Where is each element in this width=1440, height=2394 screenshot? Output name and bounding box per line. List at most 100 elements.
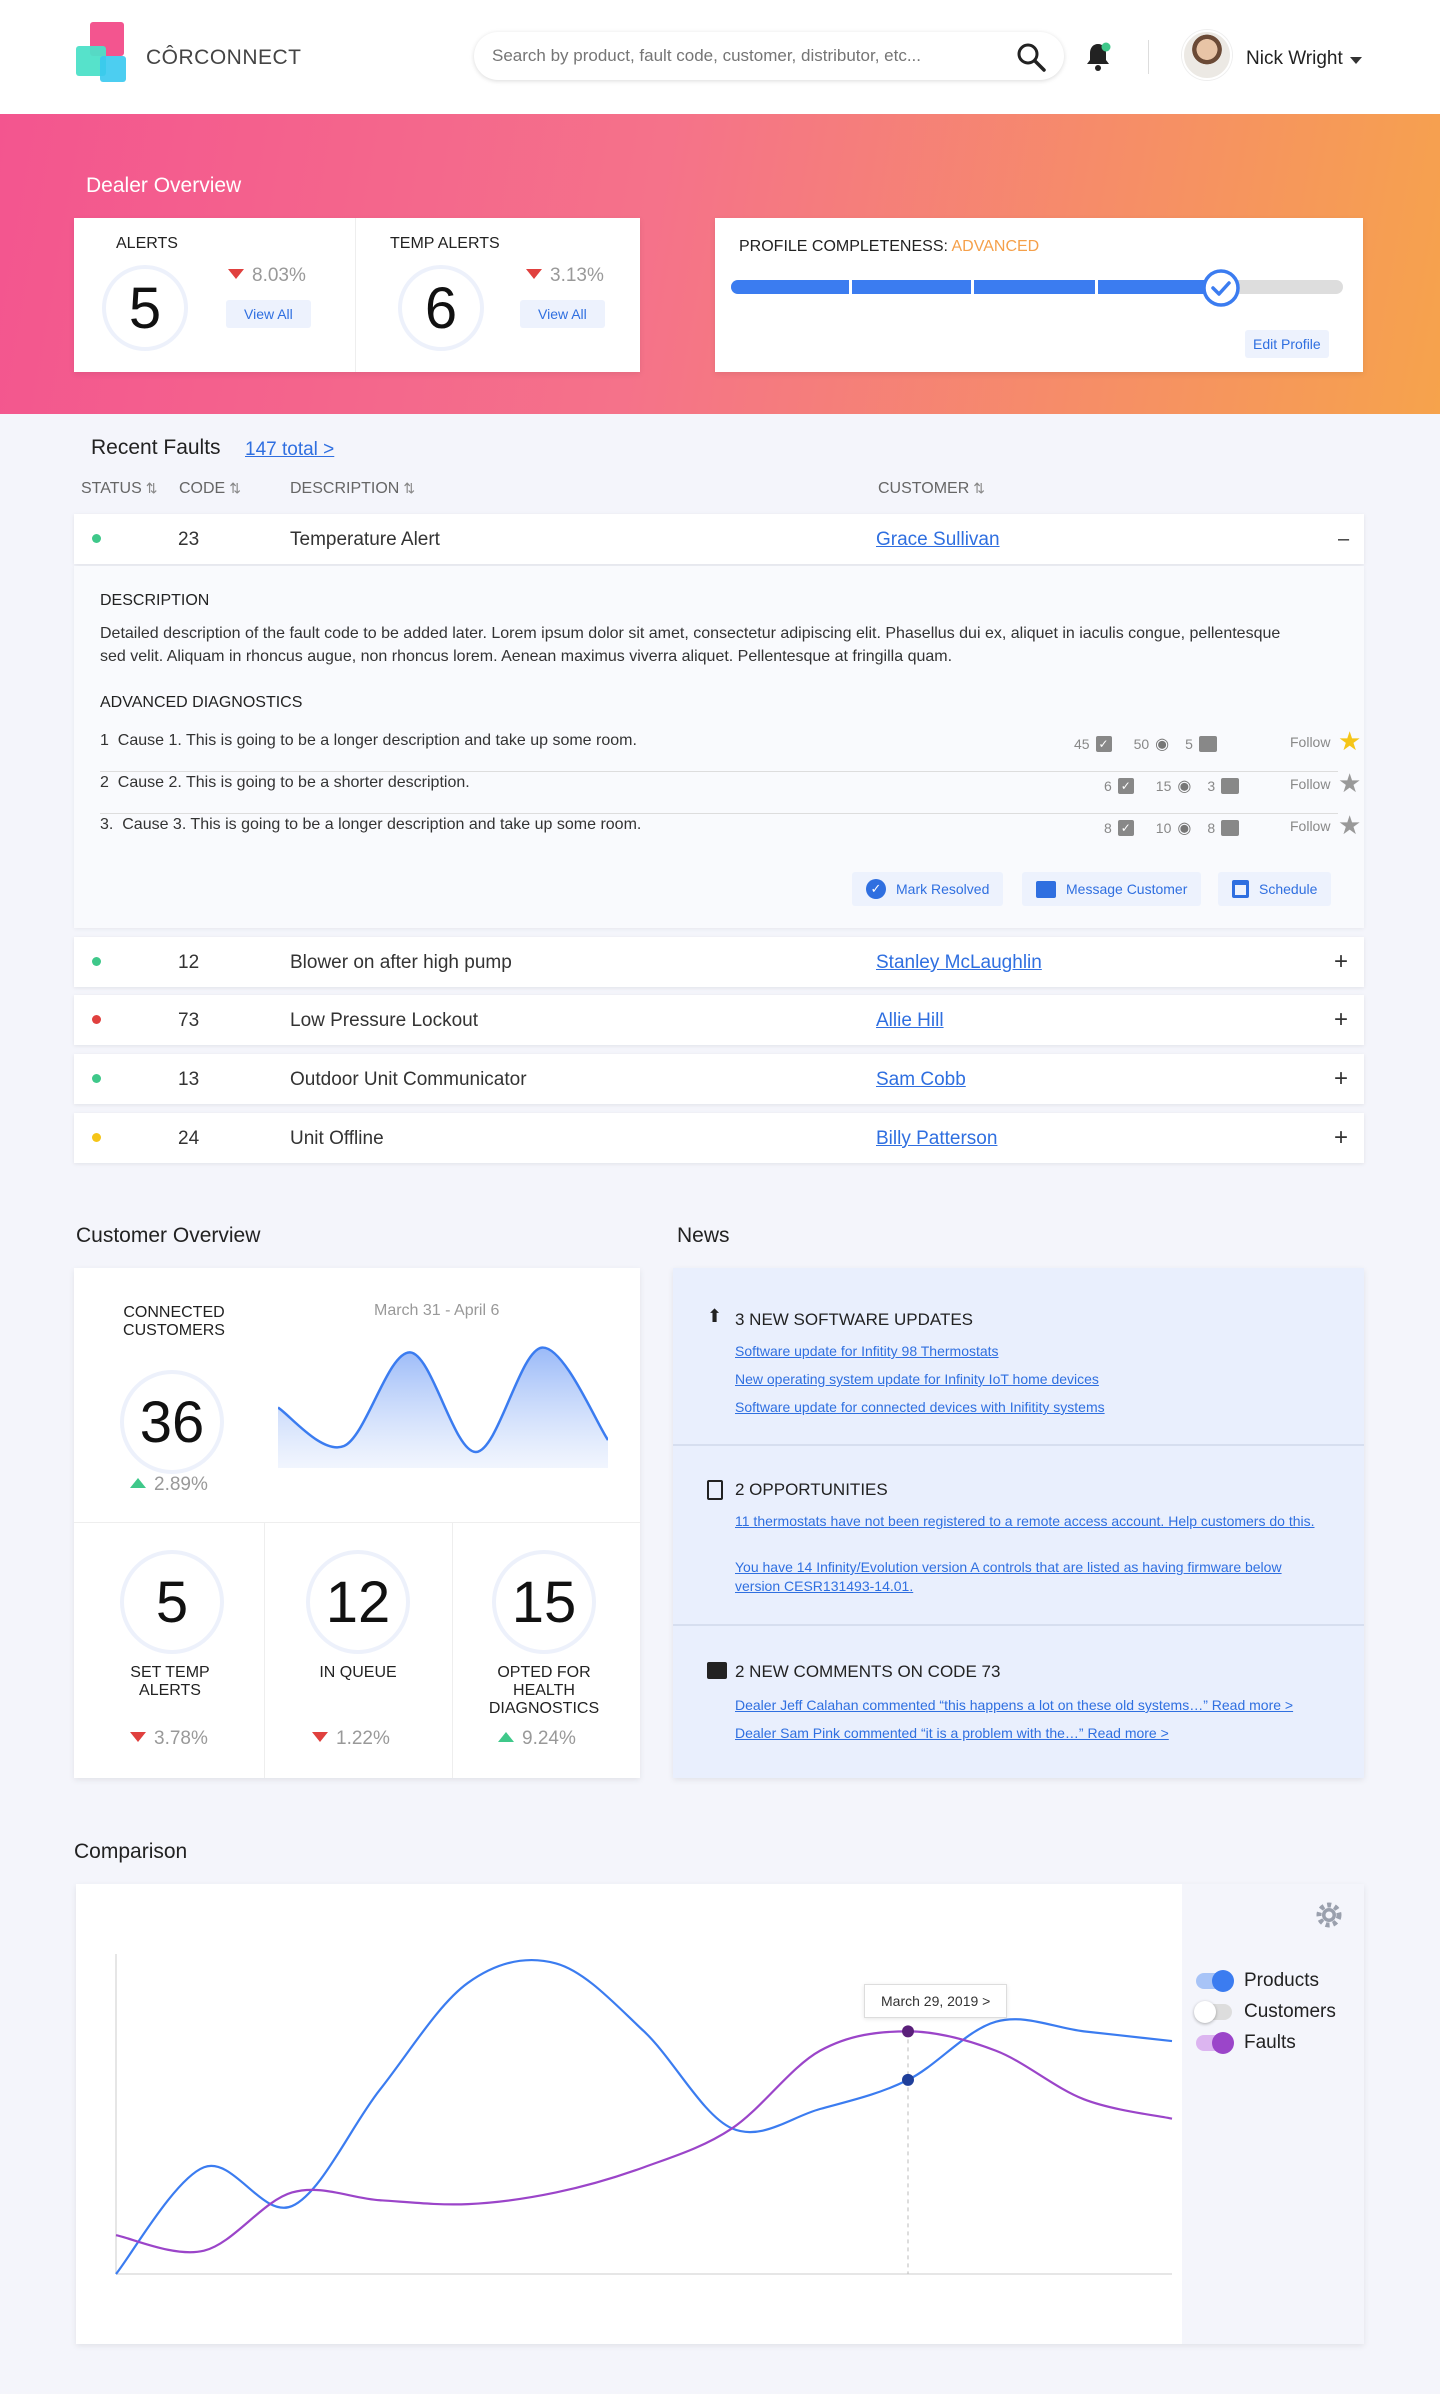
news-panel: ⬆ 3 NEW SOFTWARE UPDATES Software update…	[673, 1268, 1364, 1778]
star-icon[interactable]: ★	[1338, 726, 1361, 757]
customer-link[interactable]: Billy Patterson	[876, 1128, 997, 1150]
table-row[interactable]: 24 Unit Offline Billy Patterson +	[74, 1113, 1364, 1163]
star-icon[interactable]: ★	[1338, 768, 1361, 799]
news-link[interactable]: New operating system update for Infinity…	[735, 1370, 1099, 1389]
data-point-faults[interactable]	[902, 2025, 914, 2038]
follow-button[interactable]: Follow	[1290, 818, 1330, 834]
comment-icon[interactable]	[1198, 736, 1217, 752]
fault-code: 24	[178, 1128, 200, 1149]
sparkline-area	[278, 1347, 608, 1468]
status-dot	[92, 1015, 101, 1024]
dealer-overview-title: Dealer Overview	[86, 174, 242, 197]
avatar[interactable]	[1182, 30, 1232, 80]
legend-panel	[1182, 1884, 1364, 2344]
legend-item-faults[interactable]: Faults	[1196, 2032, 1296, 2054]
table-row[interactable]: 13 Outdoor Unit Communicator Sam Cobb +	[74, 1054, 1364, 1104]
expand-button[interactable]: +	[1334, 1065, 1348, 1093]
alerts-view-all-button[interactable]: View All	[226, 300, 311, 328]
sort-icon[interactable]: ⇅	[146, 480, 158, 496]
column-header-customer[interactable]: CUSTOMER ⇅	[878, 480, 985, 498]
arrow-up-icon	[498, 1732, 514, 1742]
search-box[interactable]	[474, 32, 1064, 80]
temp-alerts-view-all-button[interactable]: View All	[520, 300, 605, 328]
table-row-expanded[interactable]: 23 Temperature Alert Grace Sullivan –	[74, 514, 1364, 564]
news-link[interactable]: Software update for connected devices wi…	[735, 1398, 1105, 1417]
recent-faults-title: Recent Faults	[91, 436, 221, 459]
sort-icon[interactable]: ⇅	[229, 480, 241, 496]
customer-link[interactable]: Sam Cobb	[876, 1069, 966, 1091]
checkbox-icon[interactable]: ✓	[1117, 778, 1134, 794]
search-icon[interactable]	[1016, 42, 1046, 72]
calendar-icon	[1232, 880, 1249, 898]
news-block-title: 2 NEW COMMENTS ON CODE 73	[735, 1662, 1001, 1681]
table-row[interactable]: 73 Low Pressure Lockout Allie Hill +	[74, 995, 1364, 1045]
expand-button[interactable]: +	[1334, 1006, 1348, 1034]
comment-count: 5	[1185, 736, 1193, 752]
cause-meta: 8 ✓ 10 ◉ 8	[1104, 818, 1240, 838]
comment-icon	[707, 1662, 727, 1679]
check-circle-icon: ✓	[866, 879, 886, 899]
in-queue-label: IN QUEUE	[319, 1664, 397, 1681]
follow-button[interactable]: Follow	[1290, 776, 1330, 792]
news-link[interactable]: Dealer Jeff Calahan commented “this happ…	[735, 1696, 1293, 1715]
edit-profile-button[interactable]: Edit Profile	[1245, 330, 1329, 358]
follow-button[interactable]: Follow	[1290, 734, 1330, 750]
sort-icon[interactable]: ⇅	[973, 480, 985, 496]
news-block-title: 2 OPPORTUNITIES	[735, 1480, 888, 1499]
customer-link[interactable]: Grace Sullivan	[876, 529, 1000, 551]
fault-code: 12	[178, 952, 200, 973]
products-toggle[interactable]	[1196, 1970, 1234, 1992]
mark-resolved-button[interactable]: ✓ Mark Resolved	[852, 872, 1004, 906]
connected-customers-label: CONNECTED CUSTOMERS	[123, 1304, 225, 1339]
connected-delta: 2.89%	[130, 1474, 208, 1496]
legend-item-products[interactable]: Products	[1196, 1970, 1319, 1992]
customer-link[interactable]: Allie Hill	[876, 1010, 944, 1032]
cause-description: Cause 2. This is going to be a shorter d…	[117, 774, 470, 791]
table-row[interactable]: 12 Blower on after high pump Stanley McL…	[74, 937, 1364, 987]
arrow-up-icon	[130, 1478, 146, 1488]
message-customer-label: Message Customer	[1066, 881, 1188, 897]
collapse-button[interactable]: –	[1338, 528, 1349, 551]
column-header-code[interactable]: CODE ⇅	[179, 480, 241, 498]
expand-button[interactable]: +	[1334, 1124, 1348, 1152]
sort-icon[interactable]: ⇅	[403, 480, 415, 496]
chevron-down-icon[interactable]	[1350, 57, 1362, 64]
expand-button[interactable]: +	[1334, 948, 1348, 976]
column-header-status[interactable]: STATUS ⇅	[81, 480, 157, 498]
news-block: ⬆ 3 NEW SOFTWARE UPDATES Software update…	[673, 1268, 1364, 1446]
legend-item-customers[interactable]: Customers	[1194, 2001, 1336, 2023]
temp-alerts-delta-value: 3.13%	[550, 265, 604, 286]
message-customer-button[interactable]: Message Customer	[1022, 872, 1202, 906]
news-link[interactable]: You have 14 Infinity/Evolution version A…	[735, 1558, 1325, 1596]
news-link[interactable]: Dealer Sam Pink commented “it is a probl…	[735, 1724, 1169, 1743]
opted-health-delta-value: 9.24%	[522, 1728, 576, 1749]
comment-icon[interactable]	[1221, 820, 1240, 836]
advanced-diagnostics-heading: ADVANCED DIAGNOSTICS	[100, 694, 303, 711]
news-link[interactable]: 11 thermostats have not been registered …	[735, 1512, 1315, 1531]
mark-resolved-label: Mark Resolved	[896, 881, 990, 897]
faults-toggle[interactable]	[1196, 2032, 1234, 2054]
customer-link[interactable]: Stanley McLaughlin	[876, 952, 1042, 974]
news-block-title: 3 NEW SOFTWARE UPDATES	[735, 1310, 974, 1329]
comparison-line-chart[interactable]	[76, 1884, 1176, 2344]
user-name[interactable]: Nick Wright	[1246, 48, 1343, 70]
customers-toggle[interactable]	[1194, 2001, 1232, 2023]
comment-icon[interactable]	[1221, 778, 1240, 794]
fault-description: Low Pressure Lockout	[290, 1010, 478, 1031]
data-point-products[interactable]	[902, 2073, 914, 2086]
search-input[interactable]	[492, 42, 992, 70]
brand-logo-icon[interactable]	[76, 22, 134, 92]
faults-total-link[interactable]: 147 total >	[245, 439, 334, 461]
checkbox-icon[interactable]: ✓	[1095, 736, 1112, 752]
schedule-button[interactable]: Schedule	[1218, 872, 1332, 906]
checkbox-icon[interactable]: ✓	[1117, 820, 1134, 836]
profile-label: PROFILE COMPLETENESS: ADVANCED	[739, 238, 1039, 256]
bell-icon[interactable]	[1084, 42, 1112, 72]
status-dot	[92, 1074, 101, 1083]
column-header-description[interactable]: DESCRIPTION ⇅	[290, 480, 415, 498]
news-link[interactable]: Software update for Infitity 98 Thermost…	[735, 1342, 999, 1361]
star-icon[interactable]: ★	[1338, 810, 1361, 841]
chart-tooltip[interactable]: March 29, 2019 >	[864, 1984, 1008, 2018]
arrow-down-icon	[526, 269, 542, 279]
gear-icon[interactable]	[1314, 1900, 1344, 1930]
